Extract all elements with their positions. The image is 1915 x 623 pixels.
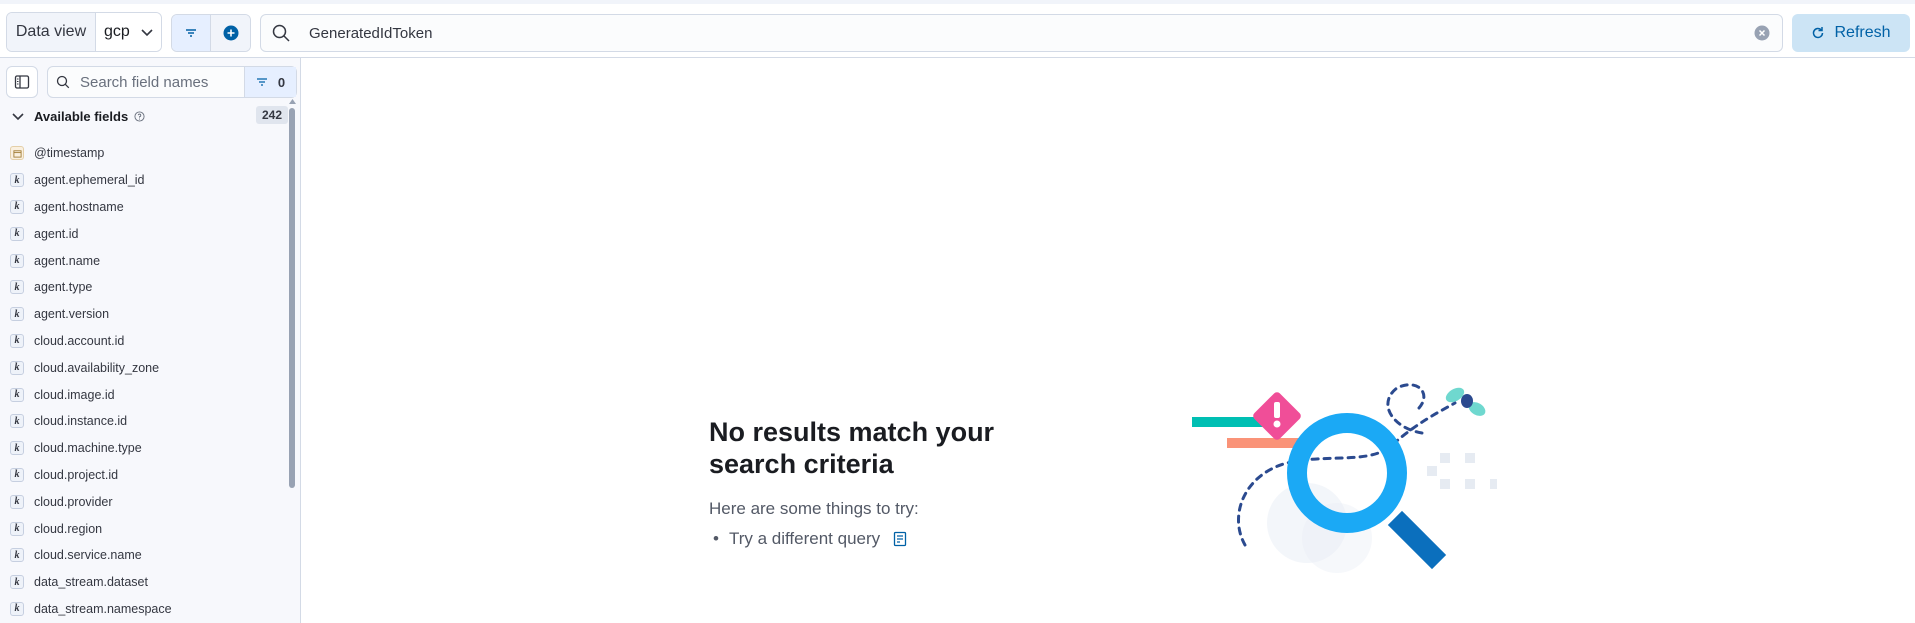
keyword-type-icon: k — [10, 387, 24, 402]
filter-button-group — [171, 14, 251, 52]
keyword-type-icon: k — [10, 173, 24, 188]
keyword-type-icon: k — [10, 199, 24, 214]
field-name: cloud.machine.type — [34, 441, 142, 456]
field-item[interactable]: k cloud.service.name — [10, 542, 285, 569]
data-view-label: Data view — [7, 13, 96, 51]
main-content: No results match your search criteria He… — [302, 58, 1915, 623]
scroll-up-icon[interactable] — [289, 98, 296, 104]
field-item[interactable]: k cloud.availability_zone — [10, 354, 285, 381]
field-name: cloud.instance.id — [34, 414, 128, 429]
field-name: cloud.region — [34, 521, 103, 536]
field-item[interactable]: @timestamp — [10, 140, 285, 167]
keyword-type-icon: k — [10, 307, 24, 322]
keyword-type-icon: k — [10, 548, 24, 563]
empty-state-title: No results match your search criteria — [709, 417, 995, 479]
field-item[interactable]: k cloud.instance.id — [10, 408, 285, 435]
field-name: agent.version — [34, 307, 110, 322]
keyword-type-icon: k — [10, 253, 24, 268]
keyword-type-icon: k — [10, 575, 24, 590]
field-name: data_stream.dataset — [34, 575, 148, 590]
field-name: cloud.availability_zone — [34, 360, 160, 375]
field-item[interactable]: k agent.name — [10, 247, 285, 274]
keyword-type-icon: k — [10, 521, 24, 536]
keyword-type-icon: k — [10, 226, 24, 241]
data-view-value: gcp — [104, 23, 130, 40]
field-name: @timestamp — [34, 146, 105, 161]
empty-state-subtitle: Here are some things to try: — [709, 499, 919, 518]
documentation-icon[interactable] — [892, 531, 908, 547]
plus-circle-icon — [223, 25, 238, 41]
search-icon — [56, 75, 70, 89]
keyword-type-icon: k — [10, 333, 24, 348]
keyword-type-icon: k — [10, 441, 24, 456]
field-search-input[interactable] — [78, 72, 238, 92]
field-item[interactable]: k agent.ephemeral_id — [10, 167, 285, 194]
field-name: cloud.project.id — [34, 467, 119, 482]
filter-count: 0 — [277, 74, 286, 90]
field-item[interactable]: k cloud.project.id — [10, 462, 285, 489]
field-item[interactable]: k cloud.provider — [10, 488, 285, 515]
bullet: • — [713, 529, 719, 548]
field-item[interactable]: k data_stream.namespace — [10, 596, 285, 623]
field-item[interactable]: k data_stream.dataset — [10, 569, 285, 596]
field-item[interactable]: k agent.type — [10, 274, 285, 301]
field-name: cloud.service.name — [34, 548, 142, 563]
field-name: agent.hostname — [34, 199, 124, 214]
keyword-type-icon: k — [10, 601, 24, 616]
field-name: agent.ephemeral_id — [34, 173, 145, 188]
search-icon — [272, 24, 290, 42]
date-type-icon — [10, 146, 24, 161]
keyword-type-icon: k — [10, 467, 24, 482]
available-fields-title: Available fields — [34, 108, 129, 124]
sidebar-toggle-icon — [14, 75, 30, 89]
field-list: @timestamp k agent.ephemeral_id k agent.host… — [10, 140, 285, 622]
keyword-type-icon: k — [10, 280, 24, 295]
field-name: cloud.image.id — [34, 387, 115, 402]
filter-menu-button[interactable] — [172, 15, 212, 51]
chevron-down-icon — [12, 113, 24, 121]
field-search: 0 — [47, 66, 297, 98]
query-bar: Data view gcp GeneratedIdToken Refresh — [0, 0, 1915, 58]
field-item[interactable]: k cloud.region — [10, 515, 285, 542]
refresh-button[interactable]: Refresh — [1792, 14, 1910, 52]
field-item[interactable]: k cloud.image.id — [10, 381, 285, 408]
field-item[interactable]: k cloud.machine.type — [10, 435, 285, 462]
keyword-type-icon: k — [10, 494, 24, 509]
data-view-picker[interactable]: Data view gcp — [6, 12, 162, 52]
data-view-select[interactable]: gcp — [96, 13, 161, 51]
field-name: cloud.account.id — [34, 333, 125, 348]
field-name: cloud.provider — [34, 494, 113, 509]
field-name: agent.id — [34, 226, 79, 241]
help-icon[interactable] — [134, 110, 145, 122]
query-text: GeneratedIdToken — [309, 24, 433, 42]
available-fields-count: 242 — [255, 106, 288, 124]
field-item[interactable]: k agent.version — [10, 301, 285, 328]
field-name: agent.type — [34, 280, 93, 295]
refresh-label: Refresh — [1834, 24, 1891, 41]
field-item[interactable]: k agent.id — [10, 220, 285, 247]
collapse-sidebar-button[interactable] — [6, 66, 38, 98]
filter-icon — [256, 78, 267, 86]
chevron-down-icon — [141, 29, 153, 37]
field-name: data_stream.namespace — [34, 601, 172, 616]
suggestion-text: Try a different query — [728, 529, 881, 548]
field-type-filter-button[interactable]: 0 — [244, 67, 296, 97]
field-item[interactable]: k agent.hostname — [10, 194, 285, 221]
field-sidebar: 0 Available fields 242 @timestamp k agent.… — [0, 58, 301, 623]
keyword-type-icon: k — [10, 414, 24, 429]
no-results-illustration — [1192, 383, 1497, 573]
field-name: agent.name — [34, 253, 101, 268]
query-input[interactable]: GeneratedIdToken — [260, 14, 1783, 52]
refresh-icon — [1813, 27, 1824, 39]
add-filter-button[interactable] — [211, 15, 250, 51]
available-fields-header[interactable]: Available fields 242 — [10, 106, 288, 126]
filter-icon — [186, 29, 196, 37]
field-item[interactable]: k cloud.account.id — [10, 328, 285, 355]
clear-icon[interactable] — [1754, 25, 1770, 41]
suggestion-item: • Try a different query — [709, 529, 908, 549]
sidebar-scrollbar[interactable] — [289, 108, 295, 488]
keyword-type-icon: k — [10, 360, 24, 375]
